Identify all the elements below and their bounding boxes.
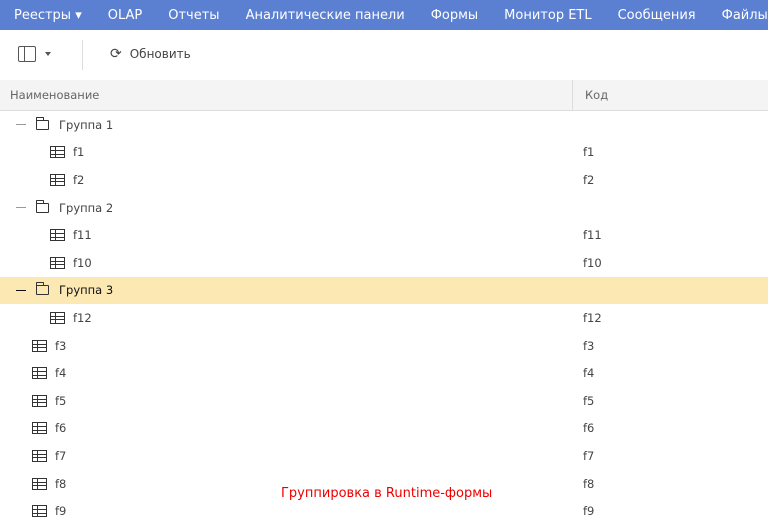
table-icon <box>32 340 47 352</box>
code-cell: f9 <box>573 504 594 518</box>
table-row[interactable]: f7 f7 <box>0 442 768 470</box>
nav-item[interactable]: Файлы <box>709 8 768 23</box>
code-cell: f11 <box>573 228 602 242</box>
row-label: f6 <box>55 421 66 435</box>
code-cell: f5 <box>573 394 594 408</box>
table-icon <box>32 422 47 434</box>
table-row[interactable]: f6 f6 <box>0 415 768 443</box>
table-icon <box>32 478 47 490</box>
table-row[interactable]: Группа 1 <box>0 111 768 139</box>
caption: Группировка в Runtime-формы <box>281 486 492 501</box>
table-row[interactable]: f1 f1 <box>0 139 768 167</box>
row-label: Группа 2 <box>59 201 113 215</box>
table-row[interactable]: f2 f2 <box>0 166 768 194</box>
code-cell: f4 <box>573 366 594 380</box>
code-cell: f8 <box>573 477 594 491</box>
nav-item[interactable]: Отчеты <box>155 8 232 23</box>
table-row[interactable]: f11 f11 <box>0 221 768 249</box>
table-row[interactable]: f5 f5 <box>0 387 768 415</box>
table-row[interactable]: Группа 2 <box>0 194 768 222</box>
table-row[interactable]: f10 f10 <box>0 249 768 277</box>
row-label: Группа 1 <box>59 118 113 132</box>
code-cell: f7 <box>573 449 594 463</box>
refresh-button[interactable]: ⟳ Обновить <box>110 46 191 62</box>
code-cell: f3 <box>573 339 594 353</box>
table-icon <box>50 257 65 269</box>
folder-icon <box>36 285 49 295</box>
name-cell: f2 <box>0 173 573 187</box>
nav-item[interactable]: Аналитические панели <box>233 8 418 23</box>
table-icon <box>50 174 65 186</box>
table-icon <box>50 229 65 241</box>
divider <box>82 40 83 70</box>
row-label: f1 <box>73 145 84 159</box>
column-header-code[interactable]: Код <box>573 88 608 102</box>
row-label: f9 <box>55 504 66 518</box>
name-cell: f5 <box>0 394 573 408</box>
code-cell: f12 <box>573 311 602 325</box>
top-nav: Реестры ▾OLAPОтчетыАналитические панелиФ… <box>0 0 768 30</box>
name-cell: Группа 3 <box>0 283 573 297</box>
layout-icon[interactable] <box>18 46 36 62</box>
table-row[interactable]: f4 f4 <box>0 359 768 387</box>
row-label: Группа 3 <box>59 283 113 297</box>
name-cell: f3 <box>0 339 573 353</box>
tree-grid: Группа 1 f1 f1 f2 f2 Группа 2 f11 f11 f10 f10 Груп… <box>0 111 768 525</box>
table-row[interactable]: Группа 3 <box>0 277 768 305</box>
collapse-icon[interactable] <box>16 290 26 291</box>
toolbar: ⟳ Обновить <box>0 30 768 80</box>
table-row[interactable]: f9 f9 <box>0 497 768 525</box>
folder-icon <box>36 120 49 130</box>
column-header-name[interactable]: Наименование <box>0 80 573 110</box>
code-cell: f2 <box>573 173 594 187</box>
collapse-icon[interactable] <box>16 124 26 125</box>
table-icon <box>50 312 65 324</box>
table-icon <box>32 367 47 379</box>
name-cell: Группа 2 <box>0 201 573 215</box>
name-cell: f10 <box>0 256 573 270</box>
nav-item[interactable]: Формы <box>418 8 491 23</box>
row-label: f7 <box>55 449 66 463</box>
name-cell: f4 <box>0 366 573 380</box>
refresh-label: Обновить <box>130 47 191 61</box>
collapse-icon[interactable] <box>16 207 26 208</box>
refresh-icon: ⟳ <box>110 46 122 62</box>
code-cell: f1 <box>573 145 594 159</box>
row-label: f12 <box>73 311 92 325</box>
row-label: f11 <box>73 228 92 242</box>
chevron-down-icon[interactable] <box>45 52 51 59</box>
code-cell: f6 <box>573 421 594 435</box>
row-label: f10 <box>73 256 92 270</box>
name-cell: f9 <box>0 504 573 518</box>
name-cell: f12 <box>0 311 573 325</box>
row-label: f5 <box>55 394 66 408</box>
table-icon <box>32 505 47 517</box>
table-icon <box>32 450 47 462</box>
nav-item[interactable]: Реестры ▾ <box>0 8 95 23</box>
name-cell: f1 <box>0 145 573 159</box>
nav-item[interactable]: Сообщения <box>605 8 709 23</box>
row-label: f4 <box>55 366 66 380</box>
table-row[interactable]: f12 f12 <box>0 304 768 332</box>
table-row[interactable]: f3 f3 <box>0 332 768 360</box>
row-label: f8 <box>55 477 66 491</box>
nav-item[interactable]: Монитор ETL <box>491 8 604 23</box>
name-cell: f11 <box>0 228 573 242</box>
row-label: f3 <box>55 339 66 353</box>
row-label: f2 <box>73 173 84 187</box>
name-cell: f7 <box>0 449 573 463</box>
table-header: Наименование Код <box>0 80 768 111</box>
table-icon <box>50 146 65 158</box>
name-cell: f6 <box>0 421 573 435</box>
name-cell: Группа 1 <box>0 118 573 132</box>
nav-item[interactable]: OLAP <box>95 8 156 23</box>
code-cell: f10 <box>573 256 602 270</box>
table-icon <box>32 395 47 407</box>
folder-icon <box>36 203 49 213</box>
